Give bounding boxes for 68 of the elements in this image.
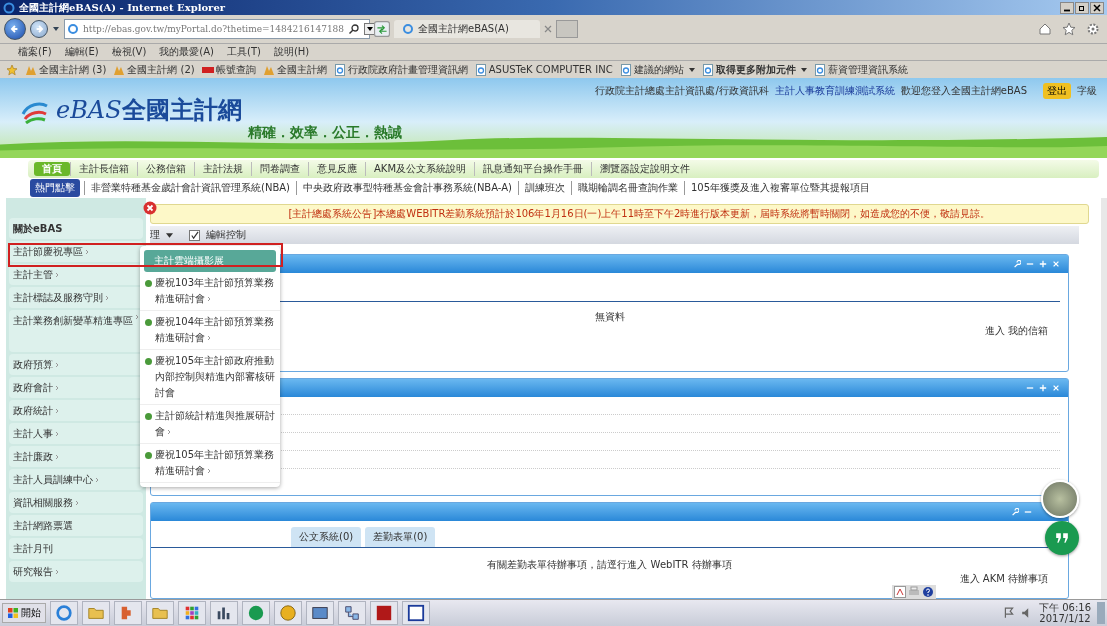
sidebar-item[interactable]: 主計人事 <box>9 423 143 444</box>
sidebar-item[interactable]: 政府會計 <box>9 377 143 398</box>
favorite-link[interactable]: 薪資管理資訊系統 <box>813 62 908 77</box>
menu-item[interactable]: 工具(T) <box>227 45 261 59</box>
favorite-link[interactable]: ASUSTeK COMPUTER INC <box>474 63 613 76</box>
hot-link[interactable]: 非營業特種基金歲計會計資訊管理系統(NBA) <box>84 181 296 195</box>
favorite-link[interactable]: 取得更多附加元件 <box>701 62 807 77</box>
nav-tab[interactable]: 公務信箱 <box>137 162 194 176</box>
nav-tab[interactable]: 瀏覽器設定說明文件 <box>591 162 699 176</box>
sidebar-item[interactable]: 主計業務創新變革精進專區 <box>9 310 143 352</box>
menu-item[interactable]: 檢視(V) <box>111 45 147 59</box>
submenu-item[interactable]: 慶祝105年主計節預算業務精進研討會 <box>140 444 280 483</box>
sidebar-item[interactable]: 政府預算 <box>9 354 143 375</box>
hot-link[interactable]: 訓練班次 <box>518 181 571 195</box>
akm-link[interactable]: 進入 AKM 待辦事項 <box>959 572 1048 586</box>
panel-tab[interactable]: 公文系統(0) <box>291 527 362 547</box>
mailbox-link[interactable]: 進入 我的信箱 <box>984 324 1048 338</box>
sidebar-item[interactable]: 政府統計 <box>9 400 143 421</box>
hot-link[interactable]: 職期輪調名冊查詢作業 <box>571 181 684 195</box>
sidebar-item[interactable]: 主計標誌及服務守則 <box>9 287 143 308</box>
hot-links-label: 熱門點擊 <box>30 179 80 197</box>
logout-button[interactable]: 登出 <box>1043 83 1071 99</box>
site-logo: eBAS全國主計網 <box>56 95 242 126</box>
font-size-link[interactable]: 字級 <box>1077 84 1097 98</box>
nav-tab[interactable]: AKM及公文系統說明 <box>365 162 475 176</box>
favorite-link[interactable]: 建議的網站 <box>619 62 695 77</box>
favorite-link[interactable]: 帳號查詢 <box>201 62 256 77</box>
clock-date[interactable]: 2017/1/12 <box>1039 613 1091 624</box>
edit-control-label[interactable]: 編輯控制 <box>206 228 246 242</box>
favorite-link[interactable]: 全國主計網 <box>262 62 327 77</box>
sidebar-item[interactable]: 研究報告 <box>9 561 143 582</box>
menu-item[interactable]: 我的最愛(A) <box>159 45 214 59</box>
sidebar-item[interactable]: 主計人員訓練中心 <box>9 469 143 490</box>
nav-tab[interactable]: 主計長信箱 <box>70 162 137 176</box>
slogan: 精確．效率．公正．熱誠 <box>247 124 402 142</box>
system-link[interactable]: 主計人事教育訓練測試系統 <box>774 84 895 98</box>
manage-menu[interactable]: 理 <box>150 228 160 242</box>
submenu-item[interactable]: 主計節統計精進與推展研討會 <box>140 405 280 444</box>
header-text: 行政院主計總處主計資訊處/行政資訊科 <box>595 84 769 98</box>
panel-tab[interactable]: 差勤表單(0) <box>365 527 436 547</box>
hot-link[interactable]: 105年獲獎及進入複審單位暨其提報項目 <box>684 181 877 195</box>
todo-message: 有關差勤表單待辦事項，請逕行進入 WebITR 待辦事項 <box>487 558 732 572</box>
menu-item[interactable]: 說明(H) <box>273 45 310 59</box>
sidebar-item[interactable]: 關於eBAS <box>9 218 143 239</box>
nav-tab[interactable]: 主計法規 <box>194 162 251 176</box>
nav-tab[interactable]: 訊息通知平台操作手冊 <box>474 162 592 176</box>
hot-link[interactable]: 中央政府政事型特種基金會計事務系統(NBA-A) <box>296 181 518 195</box>
start-button[interactable]: 開始 <box>2 603 46 623</box>
sidebar-item[interactable]: 資訊相關服務 <box>9 492 143 513</box>
nav-tab[interactable]: 問卷調查 <box>251 162 308 176</box>
window-title: 全國主計網eBAS(A) - Internet Explorer <box>19 0 225 15</box>
sidebar-item[interactable]: 主計網路票選 <box>9 515 143 536</box>
nav-tab[interactable]: 意見反應 <box>308 162 365 176</box>
menu-item[interactable]: 編輯(E) <box>64 45 99 59</box>
clock-time[interactable]: 下午 06:16 <box>1039 602 1091 613</box>
favorite-link[interactable]: 全國主計網 (2) <box>113 62 195 77</box>
sidebar-item[interactable]: 主計廉政 <box>9 446 143 467</box>
menu-item[interactable]: 檔案(F) <box>18 45 52 59</box>
browser-tab[interactable]: 全國主計網eBAS(A) <box>394 20 540 38</box>
favorite-link[interactable]: 行政院政府計畫管理資訊網 <box>333 62 468 77</box>
empty-message: 無資料 <box>594 310 625 324</box>
sidebar-item[interactable]: 主計月刊 <box>9 538 143 559</box>
submenu-item[interactable]: 慶祝104年主計節預算業務精進研討會 <box>140 311 280 350</box>
submenu-item[interactable]: 慶祝105年主計節政府推動內部控制與精進內部審核研討會 <box>140 350 280 405</box>
submenu-item[interactable]: 慶祝103年主計節預算業務精進研討會 <box>140 272 280 311</box>
notice-text: [主計總處系統公告]本總處WEBITR差勤系統預計於106年1月16日(一)上午11時至下午2時進行版本更新，屆時系統將暫時關閉，如造成您的不便，敬請見諒。 <box>288 207 991 221</box>
header-text: 歡迎您登入全國主計網eBAS <box>900 84 1027 98</box>
favorite-link[interactable]: 全國主計網 (3) <box>25 62 107 77</box>
